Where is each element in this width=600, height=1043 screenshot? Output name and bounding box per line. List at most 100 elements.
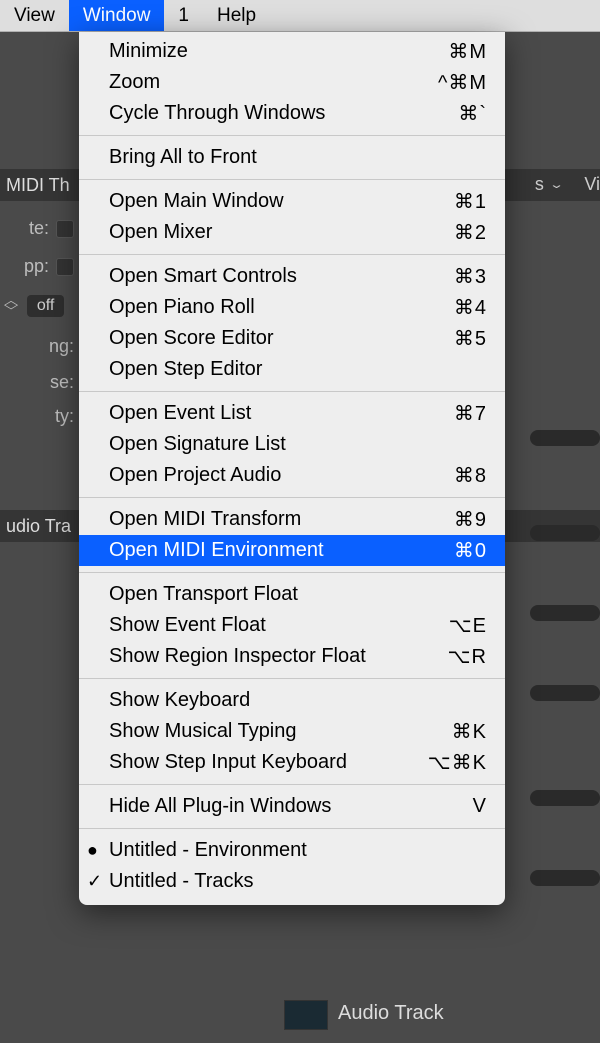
menu-separator [79, 254, 505, 255]
menu-item-label: Zoom [109, 71, 438, 94]
menu-item-label: Show Event Float [109, 614, 449, 637]
bullet-icon: ● [87, 840, 98, 861]
menu-separator [79, 135, 505, 136]
menu-item-show-step-input-keyboard[interactable]: Show Step Input Keyboard⌥⌘K [79, 747, 505, 778]
track-name-audio[interactable]: Audio Track [338, 1002, 444, 1025]
menu-separator [79, 179, 505, 180]
menu-item-show-event-float[interactable]: Show Event Float⌥E [79, 610, 505, 641]
menu-item-label: Untitled - Environment [109, 839, 487, 862]
menubar-item-view[interactable]: View [0, 0, 69, 31]
menu-item-label: Untitled - Tracks [109, 870, 487, 893]
checkbox-pp[interactable] [56, 258, 74, 276]
menu-separator [79, 678, 505, 679]
menu-item-label: Show Region Inspector Float [109, 645, 448, 668]
menu-item-label: Cycle Through Windows [109, 102, 458, 125]
menu-item-label: Open Mixer [109, 221, 454, 244]
bg-slider-4[interactable] [530, 685, 600, 701]
menu-item-label: Open Project Audio [109, 464, 454, 487]
menu-item-shortcut: ^⌘M [438, 70, 487, 95]
menu-item-label: Open Main Window [109, 190, 454, 213]
menu-item-label: Open Piano Roll [109, 296, 454, 319]
menu-item-label: Open MIDI Environment [109, 539, 454, 562]
bg-label-te: te: [0, 218, 80, 239]
bg-label-ng: ng: [0, 336, 80, 357]
menu-item-label: Bring All to Front [109, 146, 487, 169]
bg-right-s[interactable]: s ⌄ [535, 174, 564, 195]
menu-item-label: Open Smart Controls [109, 265, 454, 288]
menu-item-label: Show Step Input Keyboard [109, 751, 428, 774]
check-icon: ✓ [87, 871, 102, 892]
menu-item-shortcut: ⌘` [458, 101, 487, 126]
menu-item-shortcut: ⌘7 [454, 401, 487, 426]
checkbox-te[interactable] [56, 220, 74, 238]
menu-item-open-project-audio[interactable]: Open Project Audio⌘8 [79, 460, 505, 491]
bg-label-pp: pp: [0, 256, 80, 277]
menu-item-zoom[interactable]: Zoom^⌘M [79, 67, 505, 98]
menu-item-shortcut: V [473, 795, 487, 818]
menu-item-open-midi-transform[interactable]: Open MIDI Transform⌘9 [79, 504, 505, 535]
menu-separator [79, 784, 505, 785]
bg-right-v[interactable]: Vi [584, 174, 600, 195]
menu-item-minimize[interactable]: Minimize⌘M [79, 36, 505, 67]
menu-item-label: Minimize [109, 40, 448, 63]
menu-separator [79, 828, 505, 829]
menu-item-shortcut: ⌘1 [454, 189, 487, 214]
menu-item-shortcut: ⌘K [452, 719, 487, 744]
menu-item-open-mixer[interactable]: Open Mixer⌘2 [79, 217, 505, 248]
bg-slider-1[interactable] [530, 430, 600, 446]
menu-item-label: Open Signature List [109, 433, 487, 456]
menu-item-open-event-list[interactable]: Open Event List⌘7 [79, 398, 505, 429]
menu-item-show-keyboard[interactable]: Show Keyboard [79, 685, 505, 716]
menu-item-open-main-window[interactable]: Open Main Window⌘1 [79, 186, 505, 217]
menu-item-open-score-editor[interactable]: Open Score Editor⌘5 [79, 323, 505, 354]
menu-item-label: Show Musical Typing [109, 720, 452, 743]
menu-item-shortcut: ⌘2 [454, 220, 487, 245]
menubar-item-window[interactable]: Window [69, 0, 165, 31]
menu-item-show-musical-typing[interactable]: Show Musical Typing⌘K [79, 716, 505, 747]
bg-label-off: ◇ off [0, 294, 80, 317]
menu-item-label: Open Step Editor [109, 358, 487, 381]
menu-item-shortcut: ⌥R [448, 644, 488, 669]
menu-item-shortcut: ⌥⌘K [428, 750, 487, 775]
menu-item-open-piano-roll[interactable]: Open Piano Roll⌘4 [79, 292, 505, 323]
menu-item-shortcut: ⌘4 [454, 295, 487, 320]
menu-item-show-region-inspector-float[interactable]: Show Region Inspector Float⌥R [79, 641, 505, 672]
bg-label-se: se: [0, 372, 80, 393]
menu-item-shortcut: ⌘M [448, 39, 487, 64]
menu-separator [79, 497, 505, 498]
menu-separator [79, 391, 505, 392]
menu-item-open-step-editor[interactable]: Open Step Editor [79, 354, 505, 385]
bg-slider-3[interactable] [530, 605, 600, 621]
track-waveform-icon[interactable] [284, 1000, 328, 1030]
menu-item-label: Open Event List [109, 402, 454, 425]
menu-item-shortcut: ⌘9 [454, 507, 487, 532]
menu-item-open-transport-float[interactable]: Open Transport Float [79, 579, 505, 610]
menu-item-shortcut: ⌘8 [454, 463, 487, 488]
menu-item-label: Open MIDI Transform [109, 508, 454, 531]
menubar-item-help[interactable]: Help [203, 0, 270, 31]
menu-item-shortcut: ⌥E [449, 613, 487, 638]
menu-item-open-midi-environment[interactable]: Open MIDI Environment⌘0 [79, 535, 505, 566]
bg-slider-5[interactable] [530, 790, 600, 806]
menu-item-open-smart-controls[interactable]: Open Smart Controls⌘3 [79, 261, 505, 292]
menu-item-bring-all-to-front[interactable]: Bring All to Front [79, 142, 505, 173]
menubar-item-1[interactable]: 1 [164, 0, 203, 31]
menu-item-shortcut: ⌘0 [454, 538, 487, 563]
menu-item-label: Show Keyboard [109, 689, 487, 712]
menu-separator [79, 572, 505, 573]
menu-item-untitled-tracks[interactable]: ✓ Untitled - Tracks [79, 866, 505, 897]
bg-slider-2[interactable] [530, 525, 600, 541]
menu-item-cycle-through-windows[interactable]: Cycle Through Windows⌘` [79, 98, 505, 129]
menu-item-hide-all-plug-in-windows[interactable]: Hide All Plug-in WindowsV [79, 791, 505, 822]
menu-item-open-signature-list[interactable]: Open Signature List [79, 429, 505, 460]
menu-item-shortcut: ⌘3 [454, 264, 487, 289]
bg-slider-6[interactable] [530, 870, 600, 886]
menu-item-label: Hide All Plug-in Windows [109, 795, 473, 818]
bg-label-ty: ty: [0, 406, 80, 427]
menu-item-label: Open Score Editor [109, 327, 454, 350]
off-chip[interactable]: off [27, 295, 65, 317]
menu-item-shortcut: ⌘5 [454, 326, 487, 351]
window-menu-dropdown: Minimize⌘MZoom^⌘MCycle Through Windows⌘`… [79, 32, 505, 905]
menu-item-label: Open Transport Float [109, 583, 487, 606]
menu-item-untitled-environment[interactable]: ● Untitled - Environment [79, 835, 505, 866]
